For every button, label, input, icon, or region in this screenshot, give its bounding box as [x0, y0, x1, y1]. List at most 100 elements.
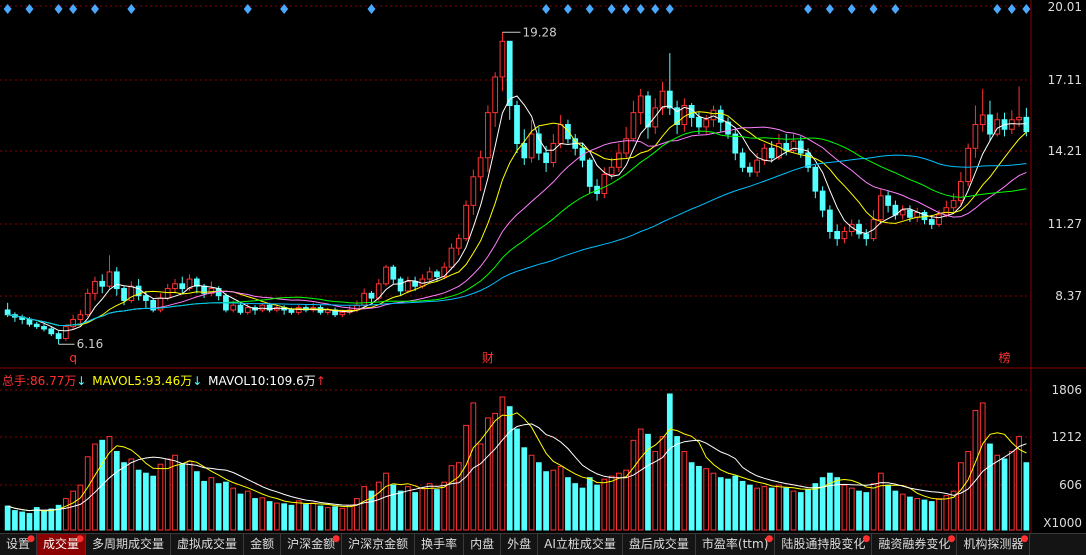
tab-dot-icon: ● — [76, 534, 85, 544]
tab-dot-icon: ● — [1020, 534, 1029, 544]
volume-bar — [33, 507, 40, 531]
volume-bar — [557, 465, 564, 531]
tab-1[interactable]: 成交量 ● — [37, 534, 87, 555]
volume-bar — [397, 490, 404, 531]
candle-body — [601, 173, 608, 194]
volume-bar — [885, 484, 891, 531]
volume-axis-label: 1806 — [1051, 383, 1082, 397]
volume-bar — [732, 475, 739, 531]
volume-bar — [1001, 458, 1008, 531]
volume-bar — [958, 462, 964, 531]
tab-10[interactable]: AI立桩成交量 — [538, 534, 623, 555]
volume-bar — [230, 487, 237, 531]
candle-body — [528, 133, 535, 159]
candle-body — [987, 114, 993, 135]
volume-bar — [310, 502, 317, 531]
candle-body — [943, 207, 950, 216]
tab-13[interactable]: 陆股通持股变化 ● — [775, 534, 873, 555]
mavol10-value: 109.6万 — [269, 374, 316, 388]
volume-bar — [717, 477, 724, 531]
price-axis-label: 14.21 — [1047, 144, 1082, 158]
total-volume-label: 总手: — [2, 374, 31, 388]
tab-label: 虚拟成交量 — [177, 537, 238, 551]
candle-body — [390, 266, 397, 280]
volume-bar — [528, 454, 535, 531]
volume-bar — [812, 483, 819, 531]
signal-diamond-icon — [367, 4, 376, 14]
candle-body — [666, 90, 673, 109]
candle-body — [535, 133, 542, 154]
candle-body — [499, 40, 506, 78]
volume-bar — [266, 501, 273, 531]
volume-bar — [841, 484, 848, 531]
volume-bar — [62, 498, 69, 531]
tab-15[interactable]: 机构探测器 ● — [957, 534, 1031, 555]
volume-bar — [354, 498, 360, 531]
signal-diamond-icon — [607, 4, 616, 14]
candle-body — [950, 200, 957, 209]
candle-body — [877, 195, 884, 221]
candle-body — [521, 143, 528, 159]
volume-bar — [485, 417, 491, 531]
volume-bar — [48, 508, 55, 531]
volume-unit-label: X1000 — [1043, 516, 1082, 530]
tab-8[interactable]: 内盘 — [464, 534, 502, 555]
volume-bar — [827, 472, 833, 531]
tab-7[interactable]: 换手率 — [415, 534, 465, 555]
volume-bar — [870, 483, 877, 531]
candle-body — [4, 309, 11, 316]
tab-14[interactable]: 融资融券变化 ● — [872, 534, 958, 555]
volume-bar — [186, 460, 193, 531]
tab-9[interactable]: 外盘 — [501, 534, 539, 555]
volume-bar — [739, 480, 746, 531]
volume-bar — [688, 462, 695, 531]
candle-body — [48, 328, 55, 335]
candle-body — [368, 292, 375, 299]
volume-bar — [637, 428, 644, 531]
candle-body — [1023, 116, 1030, 133]
kline-chart[interactable]: 19.28 6.16q 财 榜 — [0, 0, 1086, 533]
volume-bar — [70, 490, 76, 531]
volume-bar — [441, 481, 448, 531]
tab-3[interactable]: 虚拟成交量 — [171, 534, 245, 555]
tab-4[interactable]: 金额 — [244, 534, 282, 555]
price-axis-label: 20.01 — [1047, 0, 1082, 14]
candle-body — [383, 266, 389, 285]
volume-bar — [41, 510, 47, 531]
volume-bar — [594, 484, 600, 531]
volume-bar — [565, 477, 571, 531]
tab-2[interactable]: 多周期成交量 — [86, 534, 172, 555]
high-marker-label: 19.28 — [522, 25, 556, 39]
signal-diamond-icon — [825, 4, 834, 14]
candle-body — [936, 214, 942, 225]
volume-bar — [288, 504, 295, 531]
volume-bar — [295, 500, 302, 531]
candle-body — [630, 112, 637, 140]
volume-bar — [848, 487, 855, 531]
volume-bar — [317, 505, 324, 531]
volume-bar — [616, 472, 622, 531]
volume-bar — [776, 484, 782, 531]
volume-bar — [514, 428, 520, 531]
volume-bar — [572, 483, 579, 531]
volume-axis-label: 1212 — [1051, 430, 1082, 444]
volume-bar — [259, 497, 266, 531]
tab-6[interactable]: 沪深京金额 — [342, 534, 416, 555]
tab-12[interactable]: 市盈率(ttm) ● — [696, 534, 776, 555]
tab-label: AI立桩成交量 — [544, 537, 616, 551]
volume-bar — [928, 501, 935, 531]
volume-bar — [535, 462, 542, 531]
volume-bar — [455, 462, 462, 531]
tab-11[interactable]: 盘后成交量 — [623, 534, 696, 555]
candle-body — [288, 309, 295, 313]
volume-bar — [783, 487, 790, 531]
tab-5[interactable]: 沪深金额 ● — [281, 534, 343, 555]
candle-body — [237, 304, 244, 313]
volume-bar — [492, 412, 499, 531]
volume-bar — [92, 443, 98, 531]
volume-bar — [303, 504, 309, 531]
volume-bar — [208, 477, 215, 531]
volume-bar — [965, 451, 972, 531]
tab-0[interactable]: 设置 ● — [0, 534, 38, 555]
volume-bar — [863, 492, 870, 531]
